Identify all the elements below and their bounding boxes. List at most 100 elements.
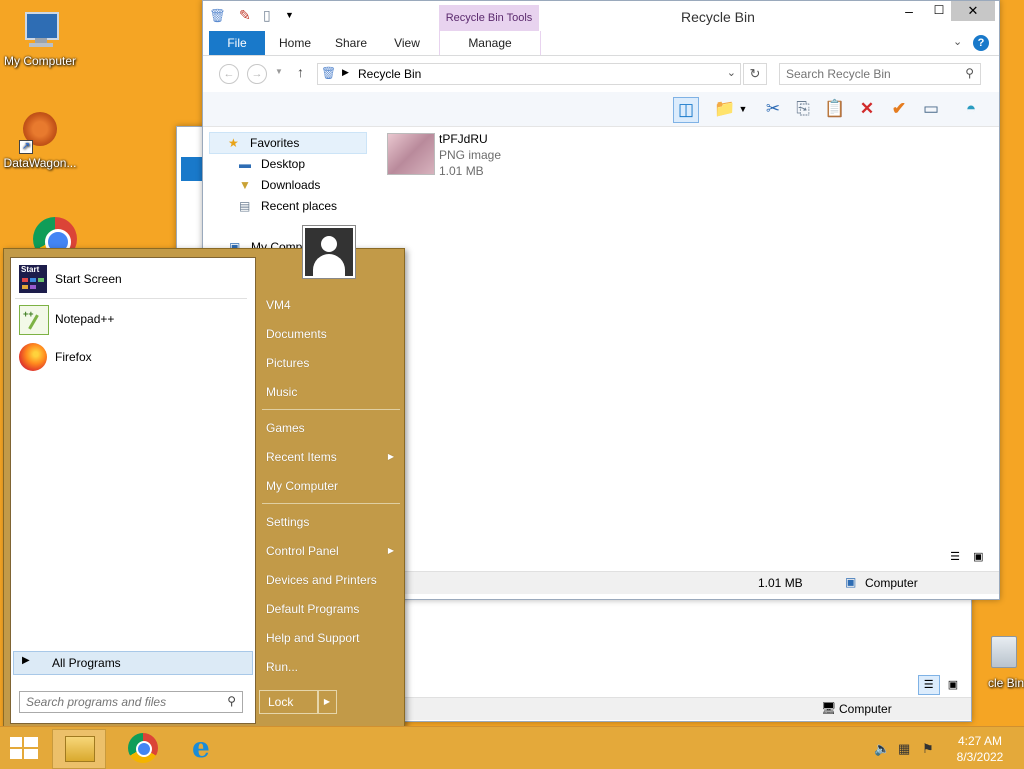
rename-icon[interactable]: ▭ xyxy=(919,97,943,121)
search-icon[interactable]: ⚲ xyxy=(965,66,974,80)
navigation-bar: ← → ▼ ↑ 🗑 ▶ Recycle Bin ⌄ ↻ ⚲ xyxy=(203,56,999,92)
action-center-icon[interactable]: ⚑ xyxy=(922,741,934,757)
new-folder-qat-icon[interactable]: ▯ xyxy=(263,7,271,24)
minimize-button[interactable]: – xyxy=(895,3,923,23)
large-icons-view-icon[interactable]: ▣ xyxy=(943,676,963,694)
start-search-input[interactable] xyxy=(24,694,218,710)
start-item-default-programs[interactable]: Default Programs xyxy=(262,597,402,621)
tab-file[interactable]: File xyxy=(209,31,265,55)
forward-button[interactable]: → xyxy=(247,64,267,84)
triangle-right-icon: ▶ xyxy=(323,697,331,706)
start-item-label: Settings xyxy=(266,515,310,529)
start-menu: Start Start Screen ++ Notepad++ Firefox … xyxy=(3,225,405,728)
network-tray-icon[interactable]: ▦ xyxy=(898,741,910,757)
recent-locations-icon[interactable]: ▼ xyxy=(275,67,283,76)
delete-icon[interactable]: ✕ xyxy=(855,97,879,121)
refresh-button[interactable]: ↻ xyxy=(743,63,767,85)
start-item-label: Devices and Printers xyxy=(266,573,377,587)
program-start-screen[interactable]: Start Start Screen xyxy=(15,262,247,296)
taskbar-file-explorer[interactable] xyxy=(52,729,106,769)
help-icon[interactable]: ? xyxy=(973,35,989,51)
title-bar: 🗑 ✎ ▯ ▼ Recycle Bin Tools Recycle Bin – … xyxy=(203,1,999,31)
start-search-box[interactable]: ⚲ xyxy=(19,691,243,713)
search-box[interactable]: ⚲ xyxy=(779,63,981,85)
recycle-bin-small-icon: 🗑 xyxy=(321,66,337,80)
file-item[interactable]: tPFJdRU PNG image 1.01 MB xyxy=(385,129,585,179)
start-item-pictures[interactable]: Pictures xyxy=(262,351,402,375)
computer-icon: ▣ xyxy=(845,575,857,589)
all-programs-label: All Programs xyxy=(52,656,121,670)
context-tab-header: Recycle Bin Tools xyxy=(439,5,539,31)
lock-button[interactable]: Lock xyxy=(259,690,319,714)
submenu-arrow-icon: ▶ xyxy=(387,546,394,555)
tab-share[interactable]: Share xyxy=(329,31,373,55)
sidebar-item-downloads[interactable]: ▼ Downloads xyxy=(237,175,367,195)
triangle-right-icon: ▶ xyxy=(22,655,30,666)
lock-label: Lock xyxy=(268,695,294,709)
program-firefox[interactable]: Firefox xyxy=(15,340,247,374)
start-item-my-computer[interactable]: My Computer xyxy=(262,474,402,498)
network-icon[interactable]: ◓ xyxy=(959,97,983,121)
taskbar-chrome[interactable] xyxy=(126,731,160,765)
options-dropdown-icon[interactable]: ▼ xyxy=(737,97,749,121)
start-item-games[interactable]: Games xyxy=(262,416,402,440)
back-button[interactable]: ← xyxy=(219,64,239,84)
search-input[interactable] xyxy=(784,66,958,82)
search-icon[interactable]: ⚲ xyxy=(227,694,236,708)
command-toolbar: ◫ 📁 ▼ ✂ ⎘ 📋 ✕ ✔ ▭ ◓ xyxy=(203,92,999,127)
start-item-vm4[interactable]: VM4 xyxy=(262,293,402,317)
start-item-recent-items[interactable]: Recent Items ▶ xyxy=(262,445,402,469)
folder-options-icon[interactable]: 📁 xyxy=(713,97,737,121)
tab-manage[interactable]: Manage xyxy=(439,31,541,55)
sidebar-item-recent-places[interactable]: ▤ Recent places xyxy=(237,196,367,216)
address-bar[interactable]: 🗑 ▶ Recycle Bin ⌄ xyxy=(317,63,741,85)
status-location: Computer xyxy=(839,702,892,716)
close-button[interactable]: ✕ xyxy=(951,1,995,21)
desktop-icon-my-computer[interactable]: My Computer xyxy=(0,10,80,68)
start-item-run[interactable]: Run... xyxy=(262,655,402,679)
internet-explorer-icon: e xyxy=(192,731,210,764)
all-programs-button[interactable]: ▶ All Programs xyxy=(13,651,253,675)
sidebar-item-label: Desktop xyxy=(261,157,306,171)
volume-muted-icon[interactable]: 🔈 xyxy=(874,741,890,757)
lock-options-button[interactable]: ▶ xyxy=(317,690,337,714)
taskbar-ie[interactable]: e xyxy=(188,731,222,765)
properties-qat-icon[interactable]: ✎ xyxy=(239,7,251,24)
large-icons-view-icon[interactable]: ▣ xyxy=(968,549,988,565)
start-item-label: Music xyxy=(266,385,298,399)
qat-dropdown-icon[interactable]: ▼ xyxy=(285,10,294,20)
details-view-icon[interactable]: ☰ xyxy=(917,675,940,695)
paste-icon[interactable]: 📋 xyxy=(823,97,847,121)
details-view-icon[interactable]: ☰ xyxy=(945,549,965,565)
favorites-header[interactable]: ★ Favorites xyxy=(209,132,367,154)
program-notepadpp[interactable]: ++ Notepad++ xyxy=(15,302,247,336)
start-button[interactable] xyxy=(10,737,38,761)
desktop-icon-datawagon[interactable]: ↗ DataWagon... xyxy=(0,112,80,170)
breadcrumb[interactable]: Recycle Bin xyxy=(358,67,421,81)
up-button[interactable]: ↑ xyxy=(297,64,304,80)
downloads-icon: ▼ xyxy=(239,178,251,192)
user-picture[interactable] xyxy=(302,225,356,279)
restore-icon[interactable]: ✔ xyxy=(887,97,911,121)
cut-icon[interactable]: ✂ xyxy=(761,97,785,121)
clock[interactable]: 4:27 AM 8/3/2022 xyxy=(950,733,1010,765)
start-item-control-panel[interactable]: Control Panel ▶ xyxy=(262,539,402,563)
preview-pane-icon[interactable]: ◫ xyxy=(673,97,699,123)
tab-home[interactable]: Home xyxy=(273,31,317,55)
start-item-documents[interactable]: Documents xyxy=(262,322,402,346)
status-size: 1.01 MB xyxy=(758,576,803,590)
address-dropdown-icon[interactable]: ⌄ xyxy=(727,66,736,79)
copy-icon[interactable]: ⎘ xyxy=(791,97,815,121)
taskbar: e 🔈 ▦ ⚑ 4:27 AM 8/3/2022 xyxy=(0,726,1024,769)
start-item-devices-printers[interactable]: Devices and Printers xyxy=(262,568,402,592)
separator xyxy=(262,503,400,504)
maximize-button[interactable]: ☐ xyxy=(925,3,953,23)
sidebar-item-desktop[interactable]: ▬ Desktop xyxy=(237,154,367,174)
tab-view[interactable]: View xyxy=(387,31,427,55)
start-item-help-support[interactable]: Help and Support xyxy=(262,626,402,650)
start-item-settings[interactable]: Settings xyxy=(262,510,402,534)
ribbon-expand-icon[interactable]: ⌄ xyxy=(953,35,962,48)
start-item-music[interactable]: Music xyxy=(262,380,402,404)
computer-icon xyxy=(17,10,63,52)
view-buttons: ☰ ▣ xyxy=(945,549,988,565)
